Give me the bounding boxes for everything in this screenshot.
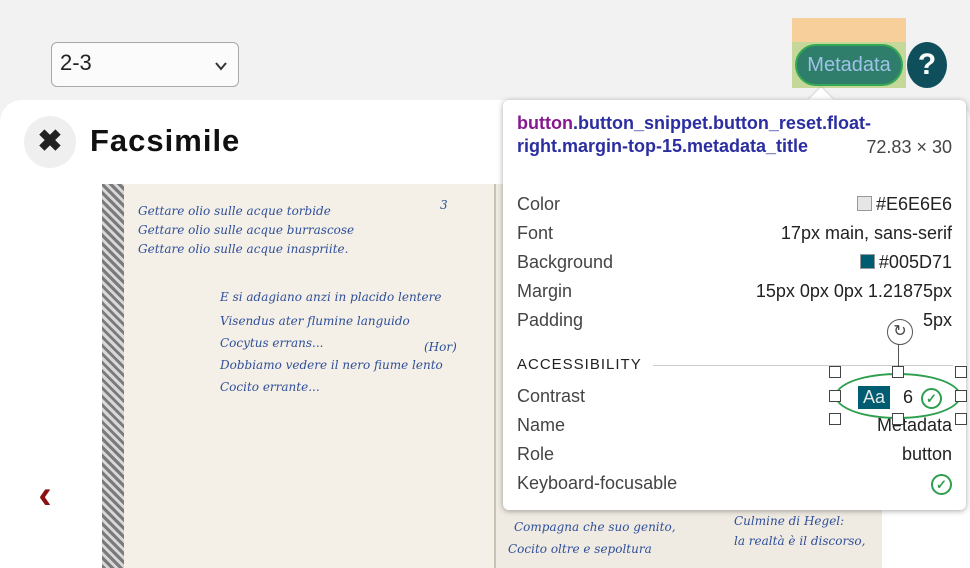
resize-handle[interactable] <box>829 390 841 402</box>
row-label: Font <box>517 223 554 243</box>
handwriting-line: E si adagiano anzi in placido lentere <box>220 290 442 304</box>
row-label: Keyboard-focusable <box>517 473 678 493</box>
element-selector: button.button_snippet.button_reset.float… <box>517 112 871 158</box>
handwriting-line: Dobbiamo vedere il nero fiume lento <box>220 358 443 372</box>
resize-handle[interactable] <box>955 413 967 425</box>
previous-page-arrow-icon[interactable]: ‹ <box>20 465 70 525</box>
row-label: Contrast <box>517 386 586 406</box>
resize-handle[interactable] <box>892 366 904 378</box>
handwriting-line: Gettare olio sulle acque inaspriite. <box>138 242 349 256</box>
book-binding <box>102 184 124 568</box>
inspector-row-margin: Margin 15px 0px 0px 1.21875px <box>517 281 952 307</box>
row-value: #E6E6E6 <box>856 194 952 215</box>
manuscript-left-page: Gettare olio sulle acque torbide 3 Getta… <box>124 184 494 568</box>
element-dimensions: 72.83 × 30 <box>866 137 952 157</box>
row-label: Padding <box>517 310 584 330</box>
inspector-row-focusable: Keyboard-focusable ✓ <box>517 473 952 499</box>
check-icon: ✓ <box>931 474 952 495</box>
handwriting-line: Cocytus errans... <box>220 336 324 350</box>
page-range-select[interactable]: 2-3 <box>51 42 239 87</box>
row-value: 15px 0px 0px 1.21875px <box>755 281 952 301</box>
row-value: ✓ <box>931 473 952 495</box>
resize-handle[interactable] <box>892 413 904 425</box>
handwriting-line: Culmine di Hegel: <box>734 514 845 528</box>
color-swatch <box>859 254 875 269</box>
row-value: button <box>901 444 952 464</box>
inspector-row-font: Font 17px main, sans-serif <box>517 223 952 249</box>
handwriting-line: Cocito oltre e sepoltura <box>508 542 652 556</box>
inspector-row-name: Name Metadata <box>517 415 952 441</box>
inspector-tooltip: button.button_snippet.button_reset.float… <box>503 100 966 510</box>
row-label: Name <box>517 415 566 435</box>
help-icon[interactable]: ? <box>907 42 947 88</box>
inspector-row-background: Background #005D71 <box>517 252 952 278</box>
row-label: Role <box>517 444 555 464</box>
handwriting-line: Visendus ater flumine languido <box>220 314 410 328</box>
page-title: Facsimile <box>90 123 241 158</box>
handwriting-line: Gettare olio sulle acque torbide <box>138 204 331 218</box>
handwriting-line: (Hor) <box>424 340 457 354</box>
handwriting-line: Cocito errante... <box>220 380 320 394</box>
close-icon[interactable]: ✖ <box>24 116 76 168</box>
row-value: 17px main, sans-serif <box>780 223 952 243</box>
rotate-handle-icon[interactable]: ↻ <box>887 319 913 345</box>
chevron-down-icon <box>215 62 227 71</box>
handwriting-line: Compagna che suo genito, <box>514 520 676 534</box>
row-value: #005D71 <box>859 252 952 273</box>
handwritten-page-number: 3 <box>440 198 448 212</box>
metadata-button[interactable]: Metadata <box>795 44 903 86</box>
row-value: 5px <box>922 310 952 330</box>
handwriting-line: la realtà è il discorso, <box>734 534 866 548</box>
resize-handle[interactable] <box>829 413 841 425</box>
selector-tag: button <box>517 113 573 133</box>
handwriting-line: Gettare olio sulle acque burrascose <box>138 223 355 237</box>
row-value-text: #E6E6E6 <box>875 194 952 214</box>
row-label: Color <box>517 194 561 214</box>
color-swatch <box>856 196 872 211</box>
inspector-row-role: Role button <box>517 444 952 470</box>
page-range-value: 2-3 <box>60 50 92 75</box>
row-label: Background <box>517 252 614 272</box>
divider <box>653 365 953 366</box>
row-value-text: #005D71 <box>878 252 952 272</box>
rotate-handle-stem <box>898 343 899 368</box>
accessibility-heading: ACCESSIBILITY <box>517 356 642 373</box>
row-label: Margin <box>517 281 573 301</box>
resize-handle[interactable] <box>829 366 841 378</box>
resize-handle[interactable] <box>955 366 967 378</box>
inspector-row-color: Color #E6E6E6 <box>517 194 952 220</box>
resize-handle[interactable] <box>955 390 967 402</box>
